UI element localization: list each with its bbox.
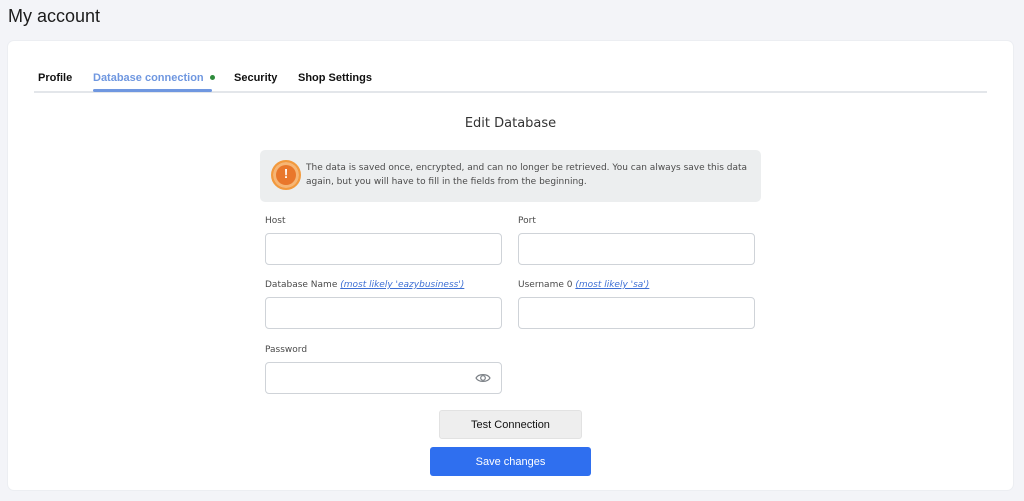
port-input[interactable] xyxy=(518,233,755,265)
info-notice: ! The data is saved once, encrypted, and… xyxy=(260,150,761,202)
active-tab-indicator xyxy=(93,89,212,92)
database-name-hint-link[interactable]: (most likely 'eazybusiness') xyxy=(340,280,464,290)
section-title: Edit Database xyxy=(464,116,557,131)
database-name-input[interactable] xyxy=(265,297,502,329)
database-name-label-wrap: Database Name (most likely 'eazybusiness… xyxy=(265,280,464,290)
account-card: Profile Database connection Security Sho… xyxy=(8,41,1013,490)
page-title: My account xyxy=(8,6,101,26)
tab-bar: Profile Database connection Security Sho… xyxy=(34,69,987,93)
status-dot-icon xyxy=(209,74,215,80)
password-label: Password xyxy=(265,345,308,355)
tab-security[interactable]: Security xyxy=(234,72,277,84)
notice-text: The data is saved once, encrypted, and c… xyxy=(306,163,748,187)
test-connection-button[interactable]: Test Connection xyxy=(439,410,582,439)
host-input[interactable] xyxy=(265,233,502,265)
tab-database-connection[interactable]: Database connection xyxy=(93,72,215,84)
tab-database-connection-label: Database connection xyxy=(93,72,204,84)
eye-icon[interactable] xyxy=(475,372,491,384)
port-label: Port xyxy=(518,216,536,226)
tab-profile[interactable]: Profile xyxy=(38,72,72,84)
warning-icon-glyph: ! xyxy=(283,166,289,181)
warning-icon: ! xyxy=(271,160,301,190)
username-hint-link[interactable]: (most likely 'sa') xyxy=(575,280,649,290)
database-name-label: Database Name xyxy=(265,280,338,290)
password-input[interactable] xyxy=(265,362,502,394)
username-label: Username 0 xyxy=(518,280,573,290)
username-label-wrap: Username 0 (most likely 'sa') xyxy=(518,280,649,290)
username-input[interactable] xyxy=(518,297,755,329)
host-label: Host xyxy=(265,216,286,226)
tab-shop-settings[interactable]: Shop Settings xyxy=(298,72,372,84)
save-changes-button[interactable]: Save changes xyxy=(430,447,591,476)
